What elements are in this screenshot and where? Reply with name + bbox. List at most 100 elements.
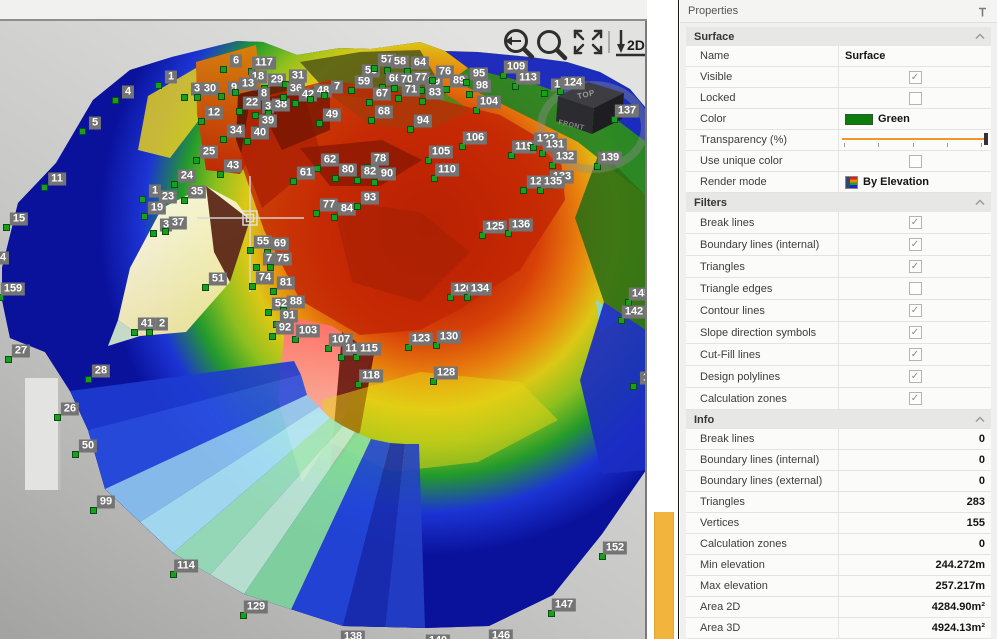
- checkbox[interactable]: [909, 92, 922, 105]
- prop-row-break-lines: Break lines0: [686, 429, 991, 450]
- prop-value[interactable]: ✓: [838, 344, 991, 365]
- section-title: Filters: [694, 197, 727, 209]
- zoom-icon[interactable]: [539, 32, 566, 59]
- prop-value: 4924.13m²: [838, 618, 991, 638]
- prop-value: 0: [838, 471, 991, 491]
- chevron-up-icon[interactable]: [975, 416, 985, 423]
- prop-row-break-lines: Break lines ✓: [686, 212, 991, 234]
- prop-row-triangle-edges: Triangle edges: [686, 278, 991, 300]
- prop-row-vertices: Vertices155: [686, 513, 991, 534]
- chevron-up-icon[interactable]: [975, 199, 985, 206]
- checkbox[interactable]: ✓: [909, 326, 922, 339]
- prop-label: Contour lines: [686, 300, 838, 321]
- checkbox[interactable]: [909, 155, 922, 168]
- prop-label: Area 2D: [686, 597, 838, 617]
- prop-label: Triangles: [686, 256, 838, 277]
- prop-label: Boundary lines (external): [686, 471, 838, 491]
- prop-label: Visible: [686, 67, 838, 87]
- prop-value[interactable]: ✓: [838, 322, 991, 343]
- app-window: TOP FRONT 145611718293133091382233836424…: [0, 0, 997, 639]
- prop-row-calculation-zones: Calculation zones✓: [686, 388, 991, 410]
- color-name: Green: [878, 113, 910, 125]
- pin-icon[interactable]: [976, 5, 989, 18]
- prop-row-area-2d: Area 2D4284.90m²: [686, 597, 991, 618]
- section-header-filters[interactable]: Filters: [686, 193, 991, 212]
- panel-body: SurfaceNameSurfaceVisible✓LockedColorGre…: [686, 22, 991, 639]
- transparency-slider[interactable]: [842, 131, 988, 149]
- properties-panel: Properties SurfaceNameSurfaceVisible✓Loc…: [680, 0, 997, 639]
- prop-label: Boundary lines (internal): [686, 450, 838, 470]
- view-2d-icon[interactable]: 2D: [616, 30, 645, 55]
- prop-label: Locked: [686, 88, 838, 108]
- section-header-surface[interactable]: Surface: [686, 27, 991, 46]
- prop-row-render-mode: Render mode By Elevation: [686, 172, 991, 193]
- zoom-previous-icon[interactable]: [505, 31, 532, 58]
- prop-label: Cut-Fill lines: [686, 344, 838, 365]
- prop-row-contour-lines: Contour lines ✓: [686, 300, 991, 322]
- prop-value[interactable]: ✓: [838, 234, 991, 255]
- prop-label: Triangle edges: [686, 278, 838, 299]
- checkbox[interactable]: ✓: [909, 216, 922, 229]
- prop-value: 0: [838, 534, 991, 554]
- panel-edge-highlight: [654, 512, 674, 639]
- prop-value[interactable]: [838, 130, 991, 150]
- checkbox[interactable]: ✓: [909, 392, 922, 405]
- prop-value[interactable]: [838, 278, 991, 299]
- prop-label: Calculation zones: [686, 534, 838, 554]
- checkbox[interactable]: ✓: [909, 260, 922, 273]
- prop-value[interactable]: Surface: [838, 46, 991, 66]
- section-title: Surface: [694, 31, 734, 43]
- color-swatch[interactable]: [845, 114, 873, 125]
- prop-label: Render mode: [686, 172, 838, 192]
- prop-value[interactable]: ✓: [838, 388, 991, 409]
- prop-value[interactable]: [838, 88, 991, 108]
- section-header-info[interactable]: Info: [686, 410, 991, 429]
- prop-value[interactable]: ✓: [838, 212, 991, 233]
- prop-value: 0: [838, 450, 991, 470]
- panel-header: Properties: [680, 0, 997, 23]
- panel-title: Properties: [688, 5, 976, 17]
- checkbox[interactable]: ✓: [909, 304, 922, 317]
- prop-value[interactable]: By Elevation: [838, 172, 991, 192]
- view-2d-label: 2D: [627, 37, 645, 53]
- prop-value: 4284.90m²: [838, 597, 991, 617]
- prop-row-name: NameSurface: [686, 46, 991, 67]
- prop-value: 283: [838, 492, 991, 512]
- prop-label: Min elevation: [686, 555, 838, 575]
- slider-handle[interactable]: [984, 133, 988, 145]
- checkbox[interactable]: ✓: [909, 370, 922, 383]
- prop-value[interactable]: ✓: [838, 67, 991, 87]
- prop-label: Break lines: [686, 212, 838, 233]
- 3d-viewport-area: TOP FRONT 145611718293133091382233836424…: [0, 0, 647, 639]
- prop-value[interactable]: ✓: [838, 366, 991, 387]
- prop-row-boundary-lines-external: Boundary lines (external)0: [686, 471, 991, 492]
- chevron-up-icon[interactable]: [975, 33, 985, 40]
- prop-label: Name: [686, 46, 838, 66]
- checkbox[interactable]: ✓: [909, 238, 922, 251]
- checkbox[interactable]: ✓: [909, 71, 922, 84]
- prop-row-design-polylines: Design polylines✓: [686, 366, 991, 388]
- section-title: Info: [694, 414, 714, 426]
- prop-value[interactable]: ✓: [838, 300, 991, 321]
- prop-row-slope-direction-symbols: Slope direction symbols✓: [686, 322, 991, 344]
- prop-label: Triangles: [686, 492, 838, 512]
- panel-gap: [647, 0, 679, 639]
- slider-ticks: [844, 143, 982, 147]
- render-mode-value: By Elevation: [863, 176, 929, 188]
- 3d-viewport[interactable]: TOP FRONT 145611718293133091382233836424…: [0, 21, 647, 639]
- prop-value: 244.272m: [838, 555, 991, 575]
- checkbox[interactable]: [909, 282, 922, 295]
- prop-value[interactable]: ✓: [838, 256, 991, 277]
- checkbox[interactable]: ✓: [909, 348, 922, 361]
- prop-label: Max elevation: [686, 576, 838, 596]
- render-mode-icon: [845, 176, 858, 189]
- prop-row-triangles: Triangles283: [686, 492, 991, 513]
- prop-label: Transparency (%): [686, 130, 838, 150]
- prop-label: Vertices: [686, 513, 838, 533]
- prop-row-area-3d: Area 3D4924.13m²: [686, 618, 991, 639]
- prop-row-triangles: Triangles ✓: [686, 256, 991, 278]
- prop-label: Break lines: [686, 429, 838, 449]
- prop-value[interactable]: Green: [838, 109, 991, 129]
- zoom-extents-icon[interactable]: [575, 31, 601, 53]
- prop-value[interactable]: [838, 151, 991, 171]
